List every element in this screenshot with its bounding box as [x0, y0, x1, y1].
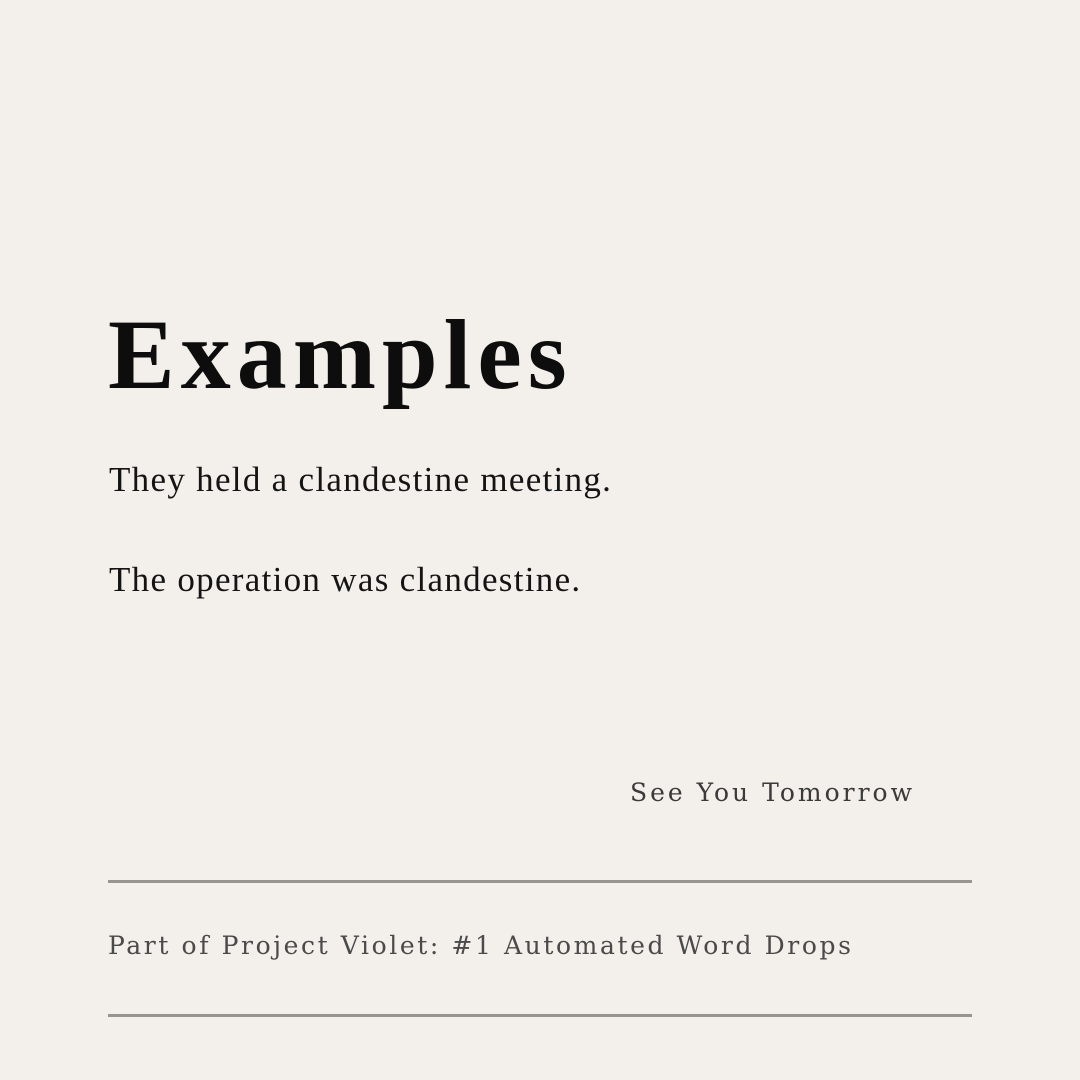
- example-sentence-2: The operation was clandestine.: [109, 560, 582, 599]
- signoff-text: See You Tomorrow: [630, 778, 915, 807]
- examples-heading: Examples: [108, 299, 573, 410]
- footer-divider-top: [108, 880, 972, 883]
- example-sentence-1: They held a clandestine meeting.: [109, 460, 613, 499]
- footer-text: Part of Project Violet: #1 Automated Wor…: [108, 931, 854, 960]
- footer-divider-bottom: [108, 1014, 972, 1017]
